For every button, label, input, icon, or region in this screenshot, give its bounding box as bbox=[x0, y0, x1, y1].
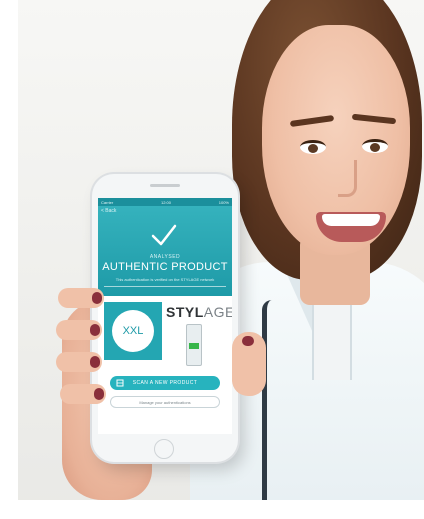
fingernail bbox=[90, 356, 100, 368]
scan-new-product-button[interactable]: SCAN A NEW PRODUCT bbox=[110, 376, 220, 390]
thumb bbox=[232, 332, 266, 396]
fingernail bbox=[90, 324, 100, 336]
phone-screen: Carrier 12:00 100% < Back ANALYSED AUTHE… bbox=[98, 198, 232, 434]
stethoscope bbox=[262, 300, 283, 510]
finger bbox=[56, 352, 102, 372]
brand-logo-main: STYL bbox=[166, 304, 204, 320]
scan-icon bbox=[116, 379, 124, 387]
check-icon bbox=[151, 224, 177, 246]
photo: Carrier 12:00 100% < Back ANALYSED AUTHE… bbox=[0, 0, 424, 519]
back-link[interactable]: < Back bbox=[101, 208, 116, 214]
photo-border-left bbox=[0, 0, 18, 519]
finger bbox=[60, 384, 106, 404]
finger bbox=[56, 320, 102, 340]
status-time: 12:00 bbox=[160, 199, 171, 205]
phone-speaker bbox=[150, 184, 180, 187]
product-syringe-image bbox=[186, 324, 202, 366]
status-bar: Carrier 12:00 100% bbox=[98, 198, 232, 206]
size-badge: XXL bbox=[112, 310, 154, 352]
status-battery: 100% bbox=[218, 199, 229, 205]
result-headline: AUTHENTIC PRODUCT bbox=[102, 261, 228, 273]
finger bbox=[58, 288, 104, 308]
fingernail bbox=[92, 292, 102, 304]
result-note: This authentication is verified on the S… bbox=[115, 277, 215, 282]
scan-button-label: SCAN A NEW PRODUCT bbox=[132, 380, 198, 386]
nose bbox=[338, 160, 357, 197]
right-eye bbox=[362, 139, 388, 153]
result-caption: ANALYSED bbox=[149, 254, 181, 260]
home-button[interactable] bbox=[154, 439, 174, 459]
brand-logo-tail: AGE bbox=[203, 304, 232, 320]
manage-authentications-button[interactable]: Manage your authentications bbox=[110, 396, 220, 408]
banner-divider bbox=[104, 286, 226, 287]
left-eye bbox=[300, 140, 326, 154]
brand-logo: STYLAGE bbox=[166, 304, 232, 320]
teeth bbox=[322, 214, 380, 226]
status-carrier: Carrier bbox=[101, 199, 114, 205]
result-banner: < Back ANALYSED AUTHENTIC PRODUCT This a… bbox=[98, 206, 232, 296]
thumbnail-nail bbox=[242, 336, 254, 346]
smartphone: Carrier 12:00 100% < Back ANALYSED AUTHE… bbox=[92, 174, 238, 462]
photo-border-bottom bbox=[0, 500, 424, 519]
product-size-tile: XXL bbox=[104, 302, 162, 360]
fingernail bbox=[94, 388, 104, 400]
